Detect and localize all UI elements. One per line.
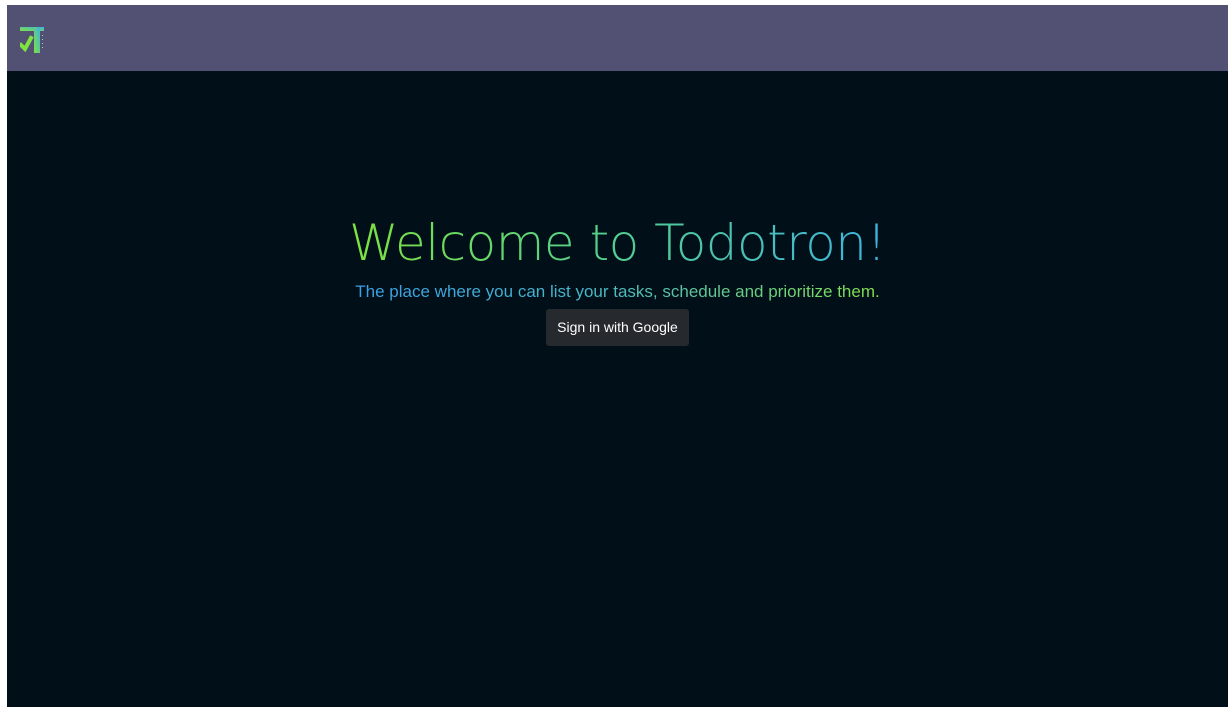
- sign-in-with-google-button[interactable]: Sign in with Google: [546, 309, 689, 346]
- todotron-logo-icon[interactable]: [18, 25, 48, 55]
- welcome-title: Welcome to Todotron!: [349, 210, 887, 276]
- app-frame: Welcome to Todotron! The place where you…: [7, 5, 1228, 707]
- signin-row: Sign in with Google: [7, 309, 1228, 346]
- navbar: [7, 5, 1228, 71]
- welcome-subtitle: The place where you can list your tasks,…: [355, 282, 880, 301]
- hero-section: Welcome to Todotron! The place where you…: [7, 210, 1228, 346]
